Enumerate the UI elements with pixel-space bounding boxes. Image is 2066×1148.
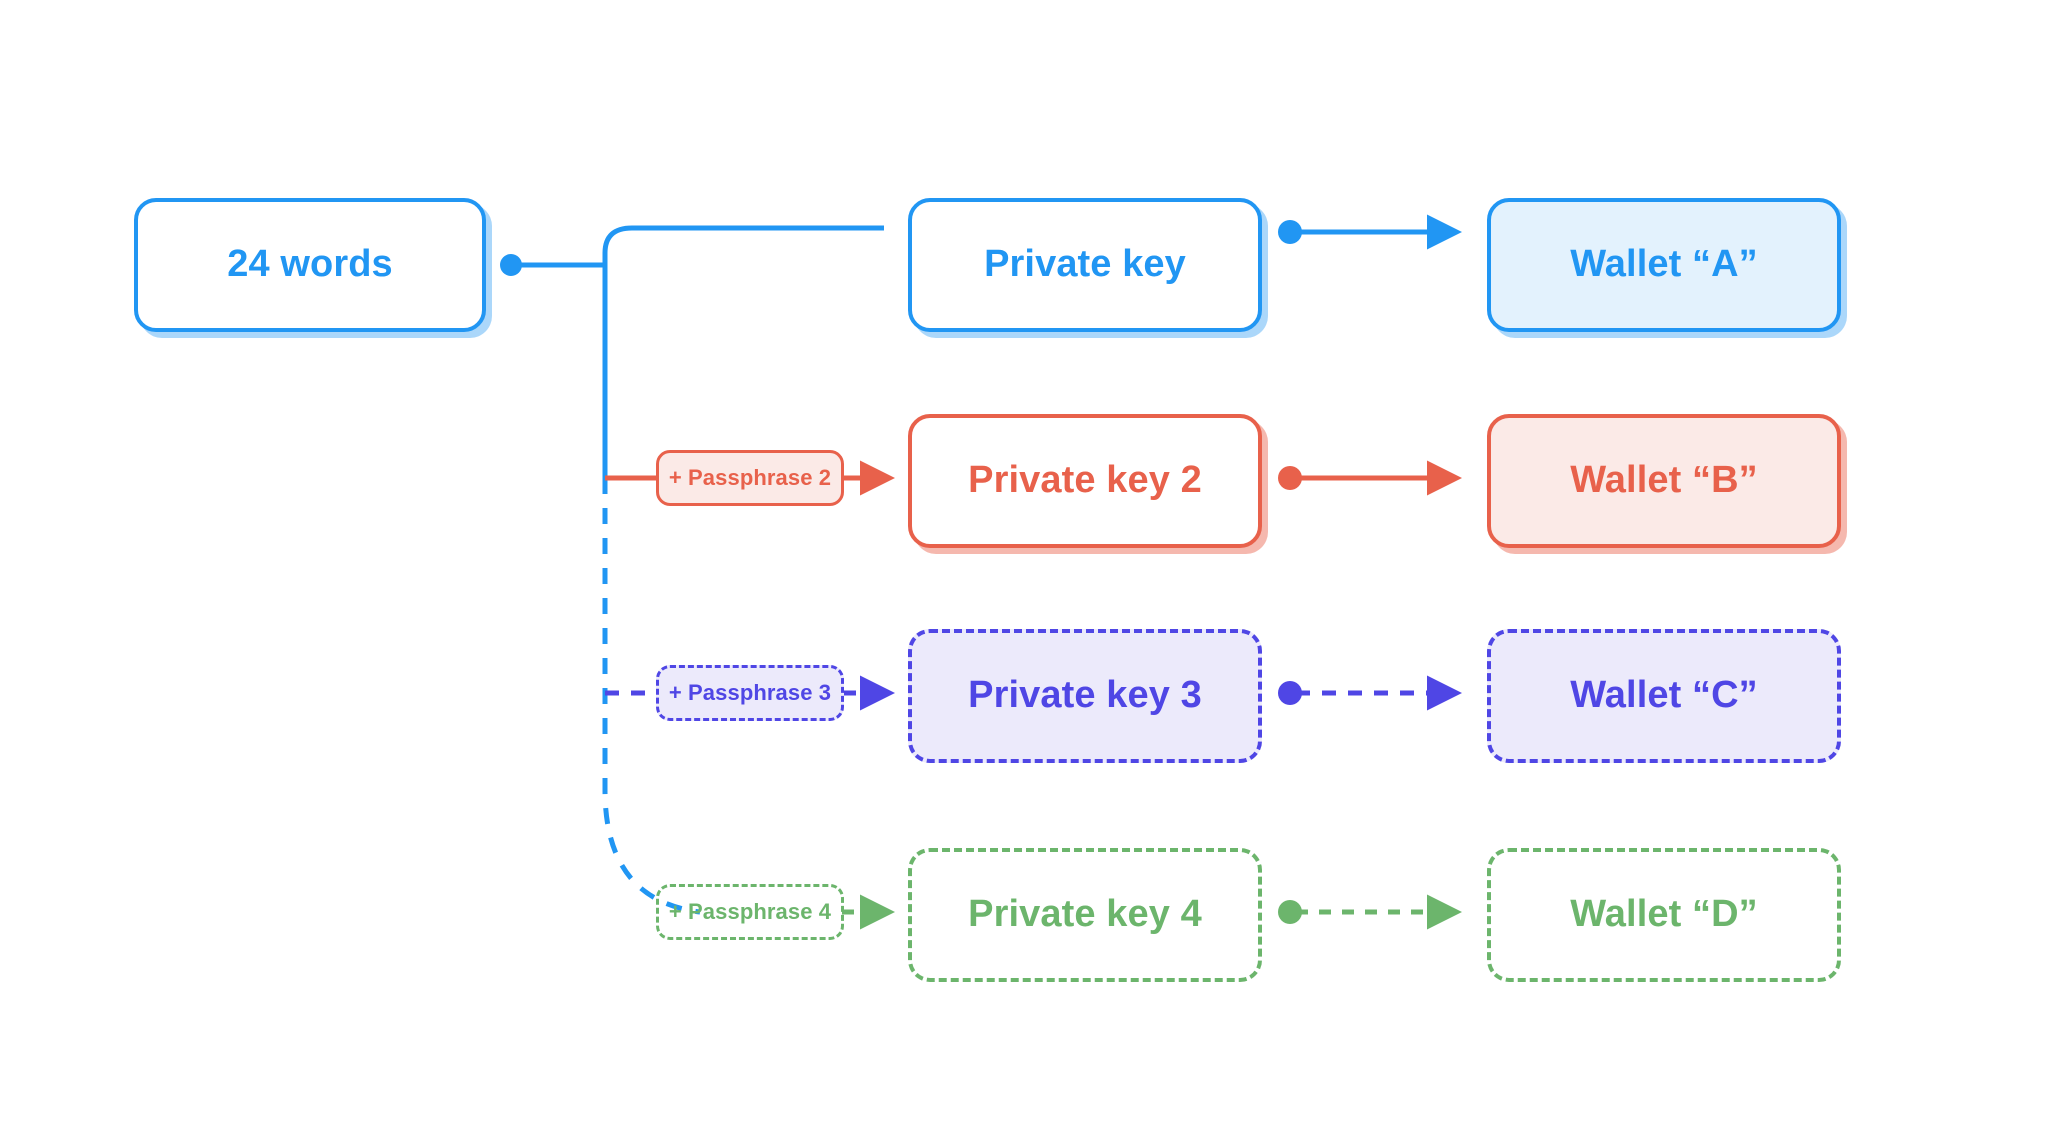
edge-key3-to-wallet-c xyxy=(1278,675,1463,711)
node-private-key[interactable]: Private key xyxy=(908,198,1262,332)
node-wallet-b-label: Wallet “B” xyxy=(1570,459,1758,502)
badge-passphrase-2[interactable]: + Passphrase 2 xyxy=(656,450,844,506)
node-private-key-4-label: Private key 4 xyxy=(968,893,1202,936)
node-private-key-3[interactable]: Private key 3 xyxy=(908,629,1262,763)
node-wallet-d-label: Wallet “D” xyxy=(1570,893,1758,936)
node-private-key-label: Private key xyxy=(984,243,1186,286)
badge-passphrase-4-label: + Passphrase 4 xyxy=(668,898,832,924)
badge-passphrase-2-label: + Passphrase 2 xyxy=(668,464,832,490)
badge-passphrase-4[interactable]: + Passphrase 4 xyxy=(656,884,844,940)
node-wallet-a-label: Wallet “A” xyxy=(1570,243,1758,286)
edge-origin-dot xyxy=(500,254,522,276)
edge-key4-to-wallet-d xyxy=(1278,894,1463,930)
node-wallet-c-label: Wallet “C” xyxy=(1570,674,1758,717)
node-private-key-3-label: Private key 3 xyxy=(968,674,1202,717)
edge-trunk-solid xyxy=(500,225,884,478)
node-24-words[interactable]: 24 words xyxy=(134,198,486,332)
node-wallet-a[interactable]: Wallet “A” xyxy=(1487,198,1841,332)
node-wallet-d[interactable]: Wallet “D” xyxy=(1487,848,1841,982)
badge-passphrase-3[interactable]: + Passphrase 3 xyxy=(656,665,844,721)
badge-passphrase-3-label: + Passphrase 3 xyxy=(668,679,832,705)
node-private-key-2-label: Private key 2 xyxy=(968,459,1202,502)
node-24-words-label: 24 words xyxy=(227,243,393,286)
node-wallet-c[interactable]: Wallet “C” xyxy=(1487,629,1841,763)
diagram-canvas: 24 words Private key Wallet “A” + Passph… xyxy=(0,0,2066,1148)
edge-key2-to-wallet-b xyxy=(1278,460,1463,496)
node-wallet-b[interactable]: Wallet “B” xyxy=(1487,414,1841,548)
node-private-key-2[interactable]: Private key 2 xyxy=(908,414,1262,548)
edge-key-to-wallet-a xyxy=(1278,214,1463,250)
node-private-key-4[interactable]: Private key 4 xyxy=(908,848,1262,982)
